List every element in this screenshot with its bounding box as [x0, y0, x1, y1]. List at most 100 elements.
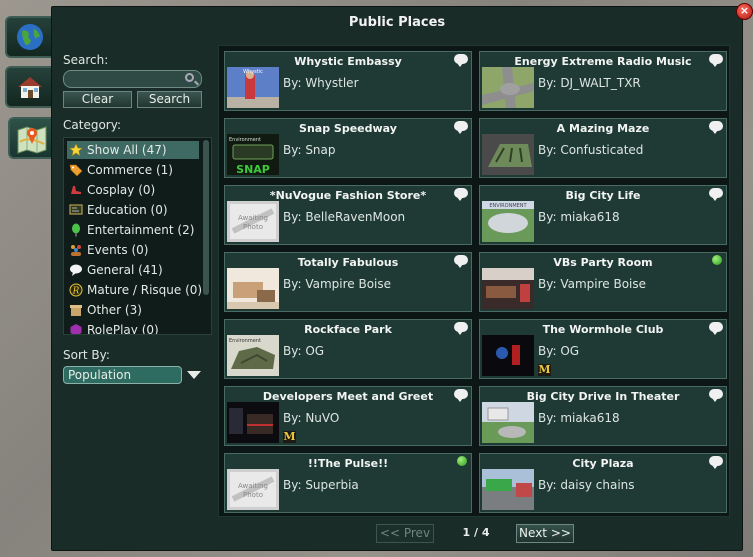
place-card[interactable]: A Mazing Maze By: Confusticated: [479, 118, 727, 178]
place-thumbnail: [482, 469, 534, 510]
star-icon: [69, 143, 83, 157]
place-card[interactable]: *NuVogue Fashion Store* Awaiting Photo By: …: [224, 185, 472, 245]
svg-text:R: R: [72, 287, 80, 297]
place-card[interactable]: Developers Meet and Greet By: NuVO M: [224, 386, 472, 446]
places-tab[interactable]: [8, 117, 54, 159]
place-thumbnail: [482, 402, 534, 443]
home-tab[interactable]: [5, 66, 53, 108]
chalkboard-icon: [69, 203, 83, 217]
category-item[interactable]: Cosplay (0): [67, 181, 199, 199]
mature-badge-icon: M: [283, 430, 296, 443]
svg-text:Awaiting: Awaiting: [238, 482, 268, 490]
people-icon: [69, 243, 83, 257]
place-thumbnail: [227, 402, 279, 443]
place-card[interactable]: !!The Pulse!! Awaiting Photo By: Superbia: [224, 453, 472, 513]
place-owner: By: miaka618: [538, 411, 620, 425]
search-label: Search:: [63, 53, 109, 67]
place-card[interactable]: Big City Drive In Theater By: miaka618: [479, 386, 727, 446]
sort-select[interactable]: Population: [63, 366, 182, 384]
category-item-label: Entertainment (2): [87, 223, 195, 237]
place-card[interactable]: Totally Fabulous By: Vampire Boise: [224, 252, 472, 312]
category-item-label: Show All (47): [87, 143, 167, 157]
tag-icon: [69, 163, 83, 177]
place-thumbnail: [482, 134, 534, 175]
place-card[interactable]: City Plaza By: daisy chains: [479, 453, 727, 513]
category-item-label: Commerce (1): [87, 163, 173, 177]
place-owner: By: Vampire Boise: [538, 277, 646, 291]
place-card[interactable]: Whystic Embassy Whystic By: Whystler: [224, 51, 472, 111]
svg-text:Whystic: Whystic: [243, 69, 263, 75]
category-list: Show All (47) Commerce (1) Cosplay (0) Educ…: [63, 137, 212, 335]
svg-text:SNAP: SNAP: [236, 163, 270, 175]
place-card[interactable]: Big City Life ENVIRONMENT By: miaka618: [479, 185, 727, 245]
svg-text:ENVIRONMENT: ENVIRONMENT: [489, 203, 527, 209]
window-title: Public Places: [348, 15, 446, 30]
category-item[interactable]: Events (0): [67, 241, 199, 259]
place-card[interactable]: VBs Party Room By: Vampire Boise: [479, 252, 727, 312]
speech-bubble-icon: [709, 188, 723, 201]
clear-button[interactable]: Clear: [63, 91, 132, 108]
place-thumbnail: [227, 268, 279, 309]
place-thumbnail: ENVIRONMENT: [482, 201, 534, 242]
svg-text:Photo: Photo: [243, 223, 263, 231]
page-indicator: 1 / 4: [462, 526, 490, 539]
shoe-icon: [69, 183, 83, 197]
category-item-label: Events (0): [87, 243, 149, 257]
search-input[interactable]: [63, 70, 202, 88]
place-card[interactable]: Snap Speedway Environment SNAP By: Snap: [224, 118, 472, 178]
world-tab[interactable]: [5, 16, 53, 58]
sort-label: Sort By:: [63, 348, 110, 362]
speech-bubble-icon: [454, 54, 468, 67]
svg-text:Photo: Photo: [243, 491, 263, 499]
category-item[interactable]: Other (3): [67, 301, 199, 319]
speech-bubble-icon: [709, 322, 723, 335]
speech-bubble-icon: [454, 389, 468, 402]
search-icon[interactable]: [185, 73, 194, 82]
chevron-down-icon[interactable]: [187, 371, 201, 379]
place-thumbnail: Awaiting Photo: [227, 201, 279, 242]
place-thumbnail: Whystic: [227, 67, 279, 108]
category-item[interactable]: Commerce (1): [67, 161, 199, 179]
category-item[interactable]: RolePlay (0): [67, 321, 199, 334]
category-item[interactable]: General (41): [67, 261, 199, 279]
next-page-button[interactable]: Next >>: [516, 524, 574, 543]
place-card[interactable]: Energy Extreme Radio Music By: DJ_WALT_TX…: [479, 51, 727, 111]
category-label: Category:: [63, 118, 121, 132]
category-item[interactable]: Entertainment (2): [67, 221, 199, 239]
place-thumbnail: Environment SNAP: [227, 134, 279, 175]
r-badge-icon: R: [69, 283, 83, 297]
place-card[interactable]: Rockface Park Environment By: OG: [224, 319, 472, 379]
speech-bubble-icon: [709, 54, 723, 67]
place-card[interactable]: The Wormhole Club By: OG M: [479, 319, 727, 379]
close-button[interactable]: ×: [736, 3, 753, 20]
place-owner: By: miaka618: [538, 210, 620, 224]
close-icon: ×: [739, 4, 750, 17]
place-owner: By: Snap: [283, 143, 336, 157]
speech-bubble-icon: [454, 322, 468, 335]
speech-bubble-icon: [454, 121, 468, 134]
place-owner: By: Confusticated: [538, 143, 644, 157]
place-owner: By: OG: [283, 344, 325, 358]
speech-bubble-icon: [454, 255, 468, 268]
category-item-label: Other (3): [87, 303, 142, 317]
search-button[interactable]: Search: [137, 91, 202, 108]
category-item[interactable]: R Mature / Risque (0): [67, 281, 203, 299]
place-owner: By: OG: [538, 344, 580, 358]
place-owner: By: Vampire Boise: [283, 277, 391, 291]
category-scrollbar[interactable]: [203, 140, 209, 295]
category-item-label: Mature / Risque (0): [87, 283, 203, 297]
globe-icon: [17, 24, 43, 50]
category-item[interactable]: Show All (47): [67, 141, 199, 159]
place-owner: By: daisy chains: [538, 478, 635, 492]
place-thumbnail: Environment: [227, 335, 279, 376]
category-item-label: Education (0): [87, 203, 168, 217]
category-item[interactable]: Education (0): [67, 201, 199, 219]
place-owner: By: NuVO: [283, 411, 340, 425]
prev-page-button[interactable]: << Prev: [376, 524, 434, 543]
map-icon: [17, 126, 47, 154]
online-status-icon: [712, 255, 722, 265]
speech-bubble-icon: [709, 456, 723, 469]
place-thumbnail: Awaiting Photo: [227, 469, 279, 510]
svg-text:Environment: Environment: [229, 338, 261, 344]
mask-icon: [69, 323, 83, 334]
